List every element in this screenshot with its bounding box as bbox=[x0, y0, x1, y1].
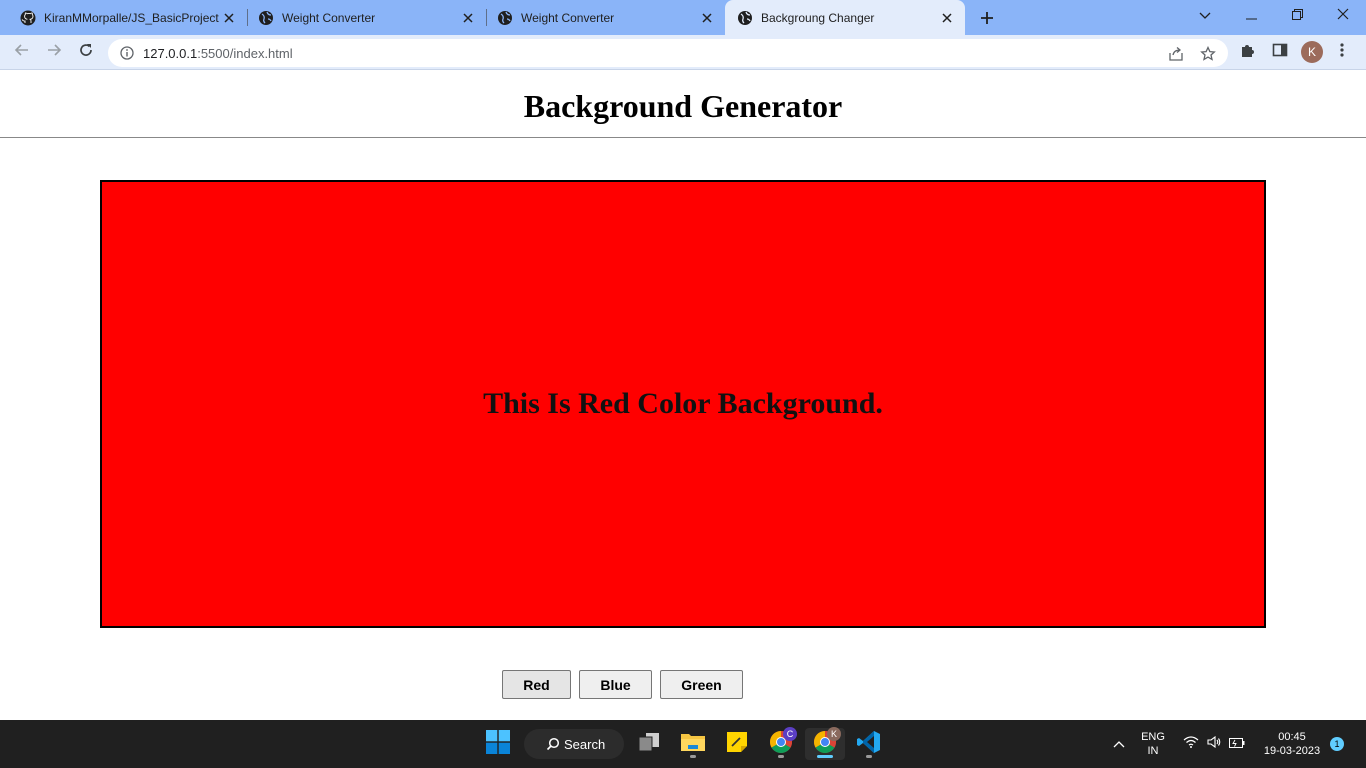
blue-button[interactable]: Blue bbox=[579, 670, 652, 699]
bookmark-star-icon[interactable] bbox=[1199, 45, 1217, 63]
arrow-left-icon bbox=[14, 42, 30, 63]
tab-title: Weight Converter bbox=[521, 10, 615, 25]
profile-badge: K bbox=[827, 727, 841, 741]
url-path: :5500/index.html bbox=[197, 45, 293, 61]
tab-weight-converter-1[interactable]: Weight Converter bbox=[238, 0, 486, 35]
wifi-icon bbox=[1183, 735, 1199, 753]
title-divider bbox=[0, 137, 1366, 138]
date-label: 19-03-2023 bbox=[1263, 745, 1321, 757]
side-panel-icon bbox=[1272, 42, 1288, 63]
arrow-right-icon bbox=[46, 42, 62, 63]
menu-button[interactable] bbox=[1330, 40, 1354, 64]
vscode-button[interactable] bbox=[849, 728, 889, 760]
chrome-profile-k-button[interactable]: K bbox=[805, 727, 845, 760]
green-button[interactable]: Green bbox=[660, 670, 743, 699]
battery-icon bbox=[1229, 735, 1245, 753]
side-panel-button[interactable] bbox=[1268, 40, 1292, 64]
web-page: Background Generator This Is Red Color B… bbox=[0, 71, 1366, 720]
close-window-button[interactable] bbox=[1320, 0, 1366, 32]
hidden-icons-button[interactable] bbox=[1100, 728, 1138, 760]
share-icon[interactable] bbox=[1167, 45, 1185, 63]
close-icon[interactable] bbox=[221, 10, 237, 26]
reload-button[interactable] bbox=[74, 40, 98, 64]
notification-badge[interactable]: 1 bbox=[1330, 737, 1344, 751]
file-explorer-button[interactable] bbox=[673, 728, 713, 760]
search-label: Search bbox=[564, 736, 606, 752]
taskbar-search[interactable]: Search bbox=[524, 729, 624, 759]
color-message: This Is Red Color Background. bbox=[483, 387, 883, 420]
tab-title: Backgroung Changer bbox=[761, 10, 875, 25]
chrome-profile-c-button[interactable]: C bbox=[761, 727, 801, 760]
chevron-up-icon bbox=[1113, 735, 1125, 753]
puzzle-icon bbox=[1240, 42, 1256, 63]
start-button[interactable] bbox=[478, 728, 518, 760]
tab-github[interactable]: KiranMMorpalle/JS_BasicProject bbox=[0, 0, 247, 35]
tab-title: Weight Converter bbox=[282, 10, 376, 25]
running-indicator bbox=[817, 755, 833, 758]
close-icon[interactable] bbox=[699, 10, 715, 26]
tab-title: KiranMMorpalle/JS_BasicProject bbox=[44, 10, 219, 25]
language-label: ENG bbox=[1141, 731, 1165, 743]
reload-icon bbox=[78, 42, 94, 63]
volume-icon bbox=[1207, 735, 1221, 753]
running-indicator bbox=[778, 755, 784, 758]
forward-button[interactable] bbox=[42, 40, 66, 64]
chevron-down-icon bbox=[1199, 7, 1211, 25]
minimize-button[interactable] bbox=[1228, 0, 1274, 32]
url-text: 127.0.0.1:5500/index.html bbox=[143, 46, 293, 61]
address-bar[interactable]: 127.0.0.1:5500/index.html bbox=[108, 39, 1228, 67]
close-icon[interactable] bbox=[939, 10, 955, 26]
new-tab-button[interactable] bbox=[976, 7, 998, 29]
minimize-icon bbox=[1245, 7, 1257, 25]
globe-icon bbox=[497, 10, 513, 26]
red-button[interactable]: Red bbox=[502, 670, 571, 699]
sticky-notes-button[interactable] bbox=[717, 728, 757, 760]
task-view-icon bbox=[637, 732, 661, 757]
profile-avatar[interactable]: K bbox=[1301, 41, 1323, 63]
running-indicator bbox=[690, 755, 696, 758]
color-display-box: This Is Red Color Background. bbox=[100, 180, 1266, 628]
clock[interactable]: 00:45 19-03-2023 bbox=[1256, 730, 1328, 758]
tab-weight-converter-2[interactable]: Weight Converter bbox=[477, 0, 725, 35]
url-host: 127.0.0.1 bbox=[143, 45, 198, 61]
time-label: 00:45 bbox=[1278, 731, 1306, 743]
search-icon bbox=[546, 737, 560, 751]
windows-logo-icon bbox=[486, 729, 510, 759]
tab-search-button[interactable] bbox=[1182, 0, 1228, 32]
back-button[interactable] bbox=[10, 40, 34, 64]
sticky-note-icon bbox=[726, 731, 748, 758]
globe-icon bbox=[737, 10, 753, 26]
tab-background-changer[interactable]: Backgroung Changer bbox=[725, 0, 965, 35]
folder-icon bbox=[680, 731, 706, 758]
globe-icon bbox=[258, 10, 274, 26]
page-title: Background Generator bbox=[523, 88, 843, 124]
quick-settings-button[interactable] bbox=[1176, 728, 1252, 760]
taskbar: Search C K ENG IN 00:45 19-03-2023 1 bbox=[0, 720, 1366, 768]
info-icon[interactable] bbox=[119, 45, 135, 61]
language-indicator[interactable]: ENG IN bbox=[1136, 730, 1170, 758]
restore-button[interactable] bbox=[1274, 0, 1320, 32]
browser-toolbar: 127.0.0.1:5500/index.html K bbox=[0, 35, 1366, 70]
tab-strip: KiranMMorpalle/JS_BasicProject Weight Co… bbox=[0, 0, 1366, 35]
task-view-button[interactable] bbox=[629, 728, 669, 760]
extensions-button[interactable] bbox=[1236, 40, 1260, 64]
running-indicator bbox=[866, 755, 872, 758]
close-icon bbox=[1337, 7, 1349, 25]
github-icon bbox=[20, 10, 36, 26]
restore-icon bbox=[1291, 7, 1303, 25]
profile-badge: C bbox=[783, 727, 797, 741]
close-icon[interactable] bbox=[460, 10, 476, 26]
more-vert-icon bbox=[1340, 42, 1344, 63]
region-label: IN bbox=[1147, 745, 1159, 757]
